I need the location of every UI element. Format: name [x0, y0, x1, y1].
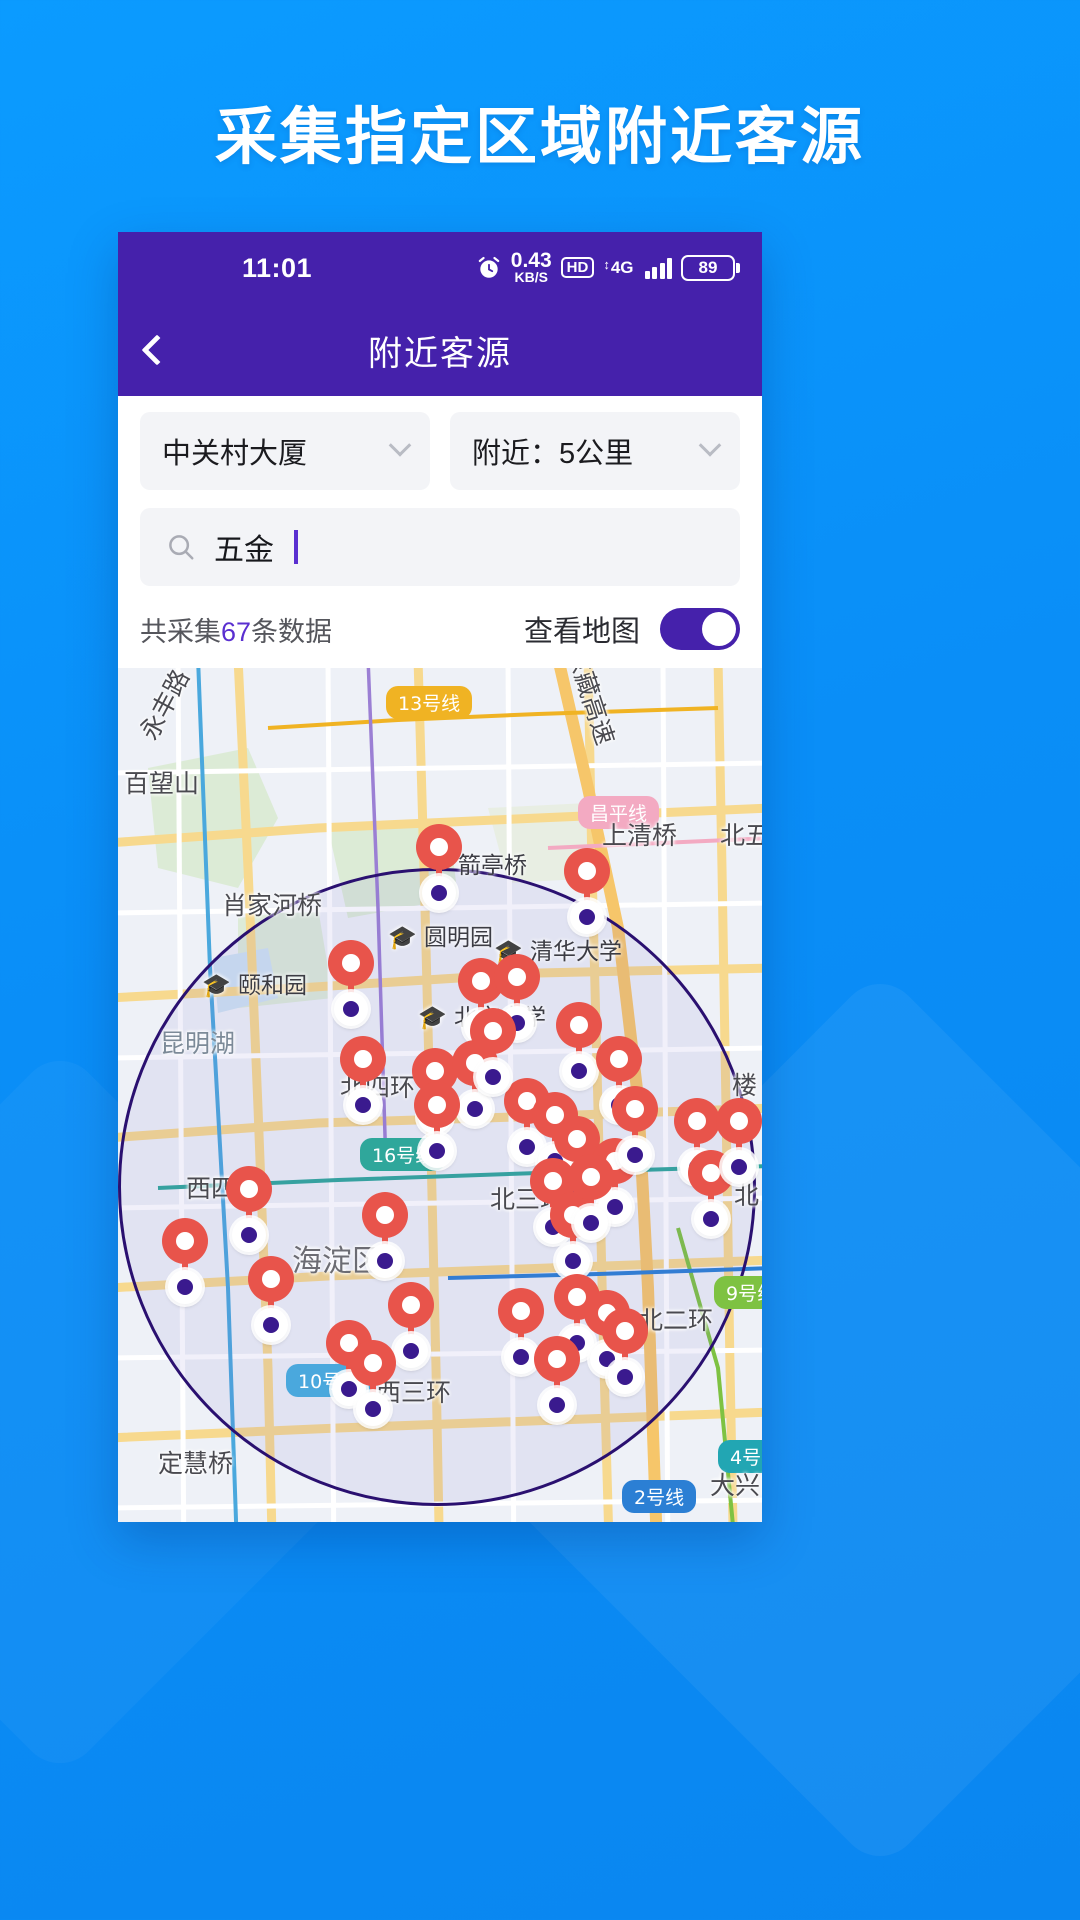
map-marker-dot[interactable]	[232, 1218, 266, 1252]
hd-badge: HD	[560, 257, 595, 279]
search-icon	[169, 535, 194, 560]
map-marker-dot[interactable]	[556, 1244, 590, 1278]
map-marker-dot[interactable]	[722, 1150, 756, 1184]
battery-nub	[736, 262, 740, 273]
radius-select[interactable]: 附近：5公里	[450, 412, 740, 490]
text-cursor	[294, 530, 298, 564]
count-suffix: 条数据	[251, 616, 333, 647]
map-place-label: 定慧桥	[158, 1449, 234, 1478]
map-marker-dot[interactable]	[422, 876, 456, 910]
status-bar: 11:01 0.43 KB/S HD ↕ 4G 89	[118, 232, 762, 304]
map-marker-dot[interactable]	[476, 1060, 510, 1094]
status-time: 11:01	[242, 252, 313, 283]
page-title: 附近客源	[368, 334, 512, 373]
battery-indicator: 89	[681, 254, 740, 281]
chevron-down-icon	[388, 434, 412, 457]
search-row: 五金	[118, 490, 762, 586]
battery-level: 89	[681, 254, 735, 281]
radius-select-value: 附近：5公里	[472, 438, 634, 470]
map-marker-dot[interactable]	[694, 1202, 728, 1236]
location-select-value: 中关村大厦	[162, 438, 308, 470]
count-value: 67	[221, 616, 252, 647]
map-marker-dot[interactable]	[540, 1388, 574, 1422]
collected-count-text: 共采集67条数据	[140, 610, 332, 649]
map-poi-label: 箭亭桥	[458, 853, 527, 879]
map-marker-dot[interactable]	[574, 1206, 608, 1240]
map-place-label: 肖家河桥	[222, 891, 323, 920]
summary-row: 共采集67条数据 查看地图	[118, 586, 762, 668]
filter-row: 中关村大厦 附近：5公里	[118, 396, 762, 490]
map-marker-dot[interactable]	[562, 1054, 596, 1088]
subway-line-badge: 9号线	[714, 1276, 762, 1309]
map-place-label: 北五	[720, 821, 762, 850]
data-arrows-icon: ↕	[603, 257, 610, 273]
alarm-clock-icon	[478, 256, 500, 278]
network-speed-unit: KB/S	[514, 269, 548, 286]
toggle-knob	[702, 612, 736, 646]
map-poi-label: 🎓 圆明园	[388, 925, 493, 951]
map-place-label: 楼	[732, 1071, 758, 1100]
subway-line-badge: 2号线	[622, 1480, 697, 1513]
map-marker-dot[interactable]	[504, 1340, 538, 1374]
map-marker-dot[interactable]	[608, 1360, 642, 1394]
map-marker-dot[interactable]	[394, 1334, 428, 1368]
map-place-label: 昆明湖	[160, 1029, 236, 1058]
signal-bars-icon	[644, 257, 672, 279]
network-speed: 0.43 KB/S	[510, 249, 552, 286]
search-input[interactable]: 五金	[140, 508, 740, 586]
map-marker-dot[interactable]	[346, 1088, 380, 1122]
count-prefix: 共采集	[140, 616, 221, 647]
map-marker-dot[interactable]	[618, 1138, 652, 1172]
map-toggle-label: 查看地图	[523, 616, 640, 648]
map-marker-dot[interactable]	[570, 900, 604, 934]
map-toggle-switch[interactable]	[660, 608, 740, 650]
network-speed-value: 0.43	[510, 249, 552, 273]
back-chevron-icon	[141, 334, 173, 366]
page-headline: 采集指定区域附近客源	[214, 103, 865, 172]
subway-line-badge: 13号线	[386, 686, 473, 719]
phone-mockup: 11:01 0.43 KB/S HD ↕ 4G 89 附近客源 中关村大厦 附近…	[118, 232, 762, 1522]
map-marker-dot[interactable]	[458, 1092, 492, 1126]
map-place-label: 百望山	[124, 769, 200, 798]
map-view[interactable]: 13号线 昌平线 16号线 10号线 9号线 4号线 2号线 永丰路 百望山 京…	[118, 668, 762, 1522]
map-place-label: 上清桥	[602, 821, 678, 850]
map-marker-dot[interactable]	[368, 1244, 402, 1278]
network-type-indicator: ↕ 4G	[603, 257, 634, 278]
map-marker-dot[interactable]	[420, 1134, 454, 1168]
map-toggle-group: 查看地图	[524, 608, 740, 650]
map-place-label: 大兴区	[710, 1471, 762, 1500]
map-marker-dot[interactable]	[254, 1308, 288, 1342]
location-select[interactable]: 中关村大厦	[140, 412, 430, 490]
search-input-value: 五金	[214, 534, 274, 567]
status-icons: 0.43 KB/S HD ↕ 4G 89	[476, 249, 740, 286]
map-marker-dot[interactable]	[334, 992, 368, 1026]
map-poi-label: 🎓 颐和园	[202, 973, 307, 999]
chevron-down-icon	[698, 434, 722, 457]
network-type-label: 4G	[610, 258, 634, 278]
map-marker-dot[interactable]	[356, 1392, 390, 1426]
nav-bar: 附近客源	[118, 304, 762, 396]
map-place-label: 西四环	[186, 1175, 261, 1202]
back-button[interactable]	[141, 304, 210, 396]
map-marker-dot[interactable]	[168, 1270, 202, 1304]
